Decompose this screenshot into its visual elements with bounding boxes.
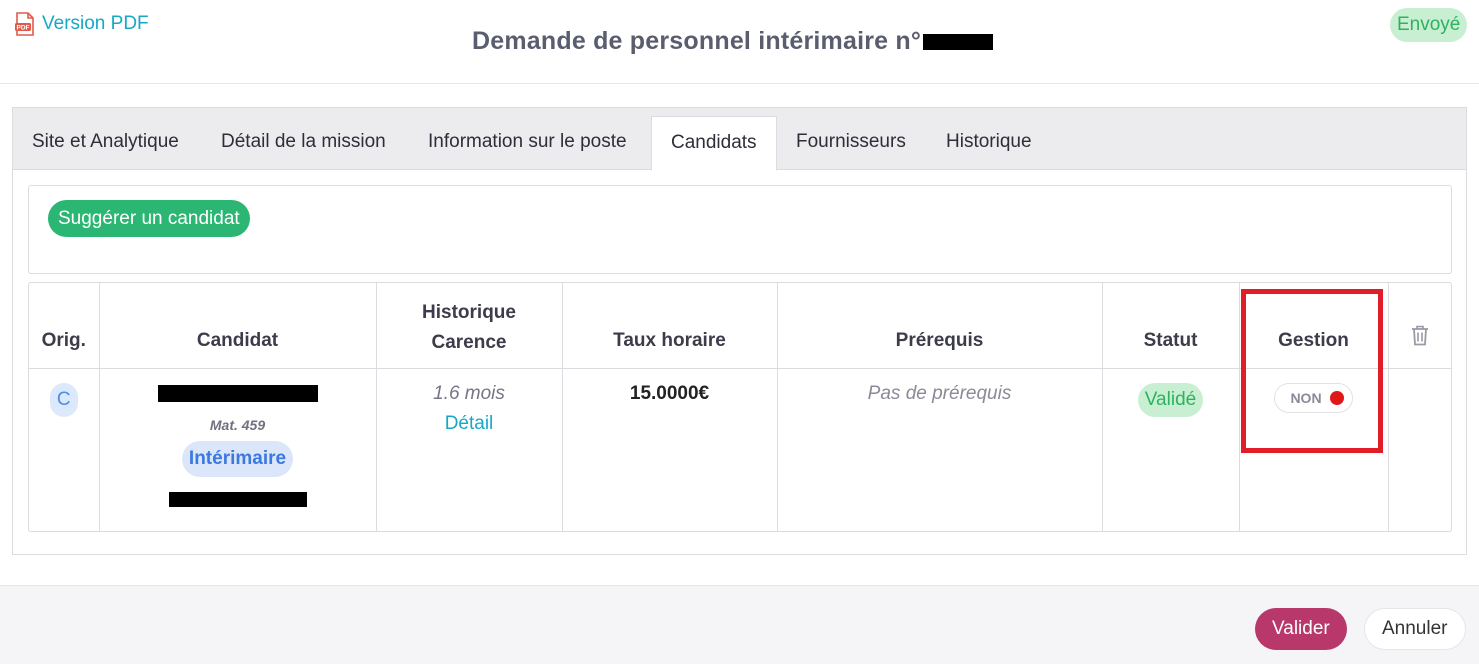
col-header-historique-line1: Historique	[422, 301, 516, 323]
col-header-taux: Taux horaire	[562, 283, 778, 369]
tab-candidats[interactable]: Candidats	[651, 116, 777, 171]
tab-bar: Site et Analytique Détail de la mission …	[13, 108, 1466, 171]
historique-detail-link[interactable]: Détail	[377, 413, 562, 435]
redacted-request-number	[923, 34, 994, 51]
cell-historique: 1.6 mois Détail	[376, 368, 563, 531]
toggle-off-indicator-icon	[1329, 390, 1344, 405]
cell-delete	[1388, 368, 1451, 531]
modal-footer: Valider Annuler	[0, 585, 1479, 664]
tab-detail-mission[interactable]: Détail de la mission	[202, 116, 405, 170]
gestion-toggle[interactable]: NON	[1274, 382, 1353, 413]
tab-information-poste[interactable]: Information sur le poste	[409, 116, 646, 170]
cell-gestion: NON	[1239, 368, 1389, 531]
candidates-table-wrapper: Orig. Candidat Historique Carence Taux h…	[28, 282, 1452, 532]
historique-value: 1.6 mois	[433, 382, 505, 404]
table-row: C Mat. 459 Intérimaire 1.6 mois Détail 1…	[29, 368, 1451, 531]
table-header-row: Orig. Candidat Historique Carence Taux h…	[29, 283, 1451, 369]
pdf-link-label[interactable]: Version PDF	[42, 13, 149, 35]
svg-text:PDF: PDF	[17, 25, 30, 32]
tab-site-analytique[interactable]: Site et Analytique	[13, 116, 198, 170]
col-header-historique-line2: Carence	[431, 331, 507, 353]
suggest-section: Suggérer un candidat	[28, 185, 1452, 274]
prerequis-value: Pas de prérequis	[867, 382, 1012, 404]
cell-candidat: Mat. 459 Intérimaire	[99, 368, 377, 531]
valider-button[interactable]: Valider	[1255, 608, 1347, 650]
page-title-text: Demande de personnel intérimaire n°	[472, 27, 922, 55]
col-header-candidat: Candidat	[99, 283, 377, 369]
gestion-toggle-label: NON	[1290, 389, 1322, 406]
col-header-orig: Orig.	[29, 283, 100, 369]
cell-orig: C	[29, 368, 100, 531]
candidates-table: Orig. Candidat Historique Carence Taux h…	[29, 283, 1451, 531]
page-title: Demande de personnel intérimaire n°	[472, 27, 994, 56]
pdf-file-icon: PDF	[14, 12, 36, 36]
col-header-gestion: Gestion	[1239, 283, 1389, 369]
cell-statut: Validé	[1102, 368, 1240, 531]
modal-header: PDF Version PDF Demande de personnel int…	[0, 0, 1479, 84]
suggest-candidate-button[interactable]: Suggérer un candidat	[48, 200, 250, 237]
col-header-statut: Statut	[1102, 283, 1240, 369]
cell-prerequis: Pas de prérequis	[777, 368, 1103, 531]
trash-icon[interactable]	[1410, 324, 1430, 346]
cell-taux: 15.0000€	[562, 368, 778, 531]
tab-historique[interactable]: Historique	[927, 116, 1051, 170]
tab-panel: Site et Analytique Détail de la mission …	[12, 107, 1467, 555]
hourly-rate-value: 15.0000€	[629, 382, 710, 404]
origin-badge: C	[49, 382, 78, 417]
col-header-prerequis: Prérequis	[777, 283, 1103, 369]
pdf-version-link[interactable]: PDF Version PDF	[14, 12, 149, 36]
annuler-button[interactable]: Annuler	[1364, 608, 1466, 650]
candidate-type-badge: Intérimaire	[181, 440, 294, 477]
redacted-candidate-name[interactable]	[157, 384, 318, 402]
col-header-historique: Historique Carence	[376, 283, 563, 369]
request-status-badge: Envoyé	[1390, 8, 1468, 42]
candidate-matricule: Mat. 459	[209, 416, 266, 433]
tab-fournisseurs[interactable]: Fournisseurs	[777, 116, 925, 170]
col-header-delete	[1388, 283, 1451, 369]
statut-badge: Validé	[1137, 382, 1204, 417]
redacted-candidate-info	[100, 489, 376, 511]
